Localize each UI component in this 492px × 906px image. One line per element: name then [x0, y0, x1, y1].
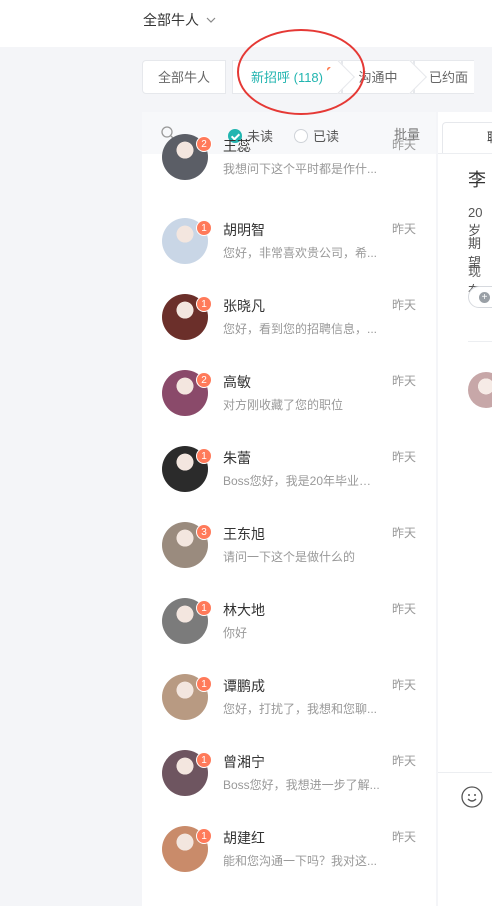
detail-tab-label: 聊	[487, 130, 492, 145]
conversation-time: 昨天	[391, 678, 416, 692]
unread-count-badge: 3	[196, 524, 212, 540]
step-label: 全部牛人	[157, 70, 210, 85]
conversation-preview: 您好，看到您的招聘信息，...	[223, 322, 378, 336]
conversation-preview: 您好，打扰了，我想和您聊...	[223, 702, 378, 716]
conversation-name: 胡建红	[223, 830, 265, 846]
conversation-name: 张晓凡	[223, 298, 265, 314]
unread-count-badge: 1	[196, 448, 212, 464]
unread-count-badge: 1	[196, 220, 212, 236]
divider	[468, 341, 492, 342]
conversation-name: 高敏	[223, 374, 251, 390]
step-label: 新招呼 (118)	[251, 70, 323, 85]
conversation-preview: 请问一下这个是做什么的	[223, 550, 356, 564]
step-label: 沟通中	[358, 70, 398, 85]
conversation-item[interactable]: 1 曾湘宁 昨天 Boss您好，我想进一步了解...	[142, 750, 436, 826]
conversation-item[interactable]: 1 林大地 昨天你好	[142, 598, 436, 674]
conversation-name: 王东旭	[223, 526, 265, 542]
conversation-preview: 对方刚收藏了您的职位	[223, 398, 344, 412]
message-input-bar	[438, 772, 492, 906]
divider	[438, 153, 492, 154]
conversation-time: 昨天	[391, 754, 416, 768]
conversation-time: 昨天	[391, 526, 416, 540]
conversation-time: 昨天	[391, 602, 416, 616]
step-label: 已约面	[429, 70, 469, 85]
conversation-list-panel: 未读 已读 批量 2 王蕊 昨天 我想问下这个平时都是作什... 1 胡明智 昨天 您好，非常…	[142, 112, 436, 906]
top-bar: 全部牛人	[0, 0, 492, 47]
conversation-name: 曾湘宁	[223, 754, 265, 770]
candidate-filter-label: 全部牛人	[143, 12, 199, 28]
conversation-item[interactable]: 2 王蕊 昨天 我想问下这个平时都是作什...	[142, 134, 436, 218]
conversation-item[interactable]: 1 张晓凡 昨天 您好，看到您的招聘信息，...	[142, 294, 436, 370]
conversation-item[interactable]: 1 胡建红 昨天 能和您沟通一下吗？我对这...	[142, 826, 436, 902]
unread-count-badge: 1	[196, 828, 212, 844]
conversation-name: 王蕊	[223, 138, 251, 154]
conversation-time: 昨天	[391, 298, 416, 312]
add-tag-button[interactable]: +	[468, 286, 492, 308]
conversation-item[interactable]: 1 谭鹏成 昨天 您好，打扰了，我想和您聊...	[142, 674, 436, 750]
conversation-preview: 您好，非常喜欢贵公司，希...	[223, 246, 378, 260]
conversation-time: 昨天	[391, 138, 416, 152]
detail-tab[interactable]: 聊	[442, 122, 492, 154]
plus-icon: +	[479, 292, 490, 303]
candidate-filter-dropdown[interactable]: 全部牛人	[143, 10, 217, 30]
step-all-candidates[interactable]: 全部牛人	[142, 60, 226, 94]
emoji-icon[interactable]	[460, 785, 484, 809]
avatar	[468, 372, 492, 408]
unread-count-badge: 1	[196, 676, 212, 692]
conversation-item[interactable]: 1 胡明智 昨天 您好，非常喜欢贵公司，希...	[142, 218, 436, 294]
unread-count-badge: 1	[196, 600, 212, 616]
conversation-preview: 我想问下这个平时都是作什...	[223, 162, 378, 176]
conversation-name: 谭鹏成	[223, 678, 265, 694]
conversation-time: 昨天	[391, 450, 416, 464]
conversation-name: 朱蕾	[223, 450, 251, 466]
conversation-preview: 能和您沟通一下吗？我对这...	[223, 854, 378, 868]
unread-count-badge: 1	[196, 296, 212, 312]
conversation-item[interactable]: 2 高敏 昨天对方刚收藏了您的职位	[142, 370, 436, 446]
candidate-detail-panel: 聊 李 20岁 期望 现在 +	[438, 112, 492, 906]
conversation-name: 胡明智	[223, 222, 265, 238]
conversation-time: 昨天	[391, 222, 416, 236]
conversation-preview: Boss您好，我想进一步了解...	[223, 778, 380, 792]
unread-count-badge: 2	[196, 372, 212, 388]
conversation-item[interactable]: 3 王东旭 昨天请问一下这个是做什么的	[142, 522, 436, 598]
candidate-name: 李	[468, 170, 486, 190]
conversation-item[interactable]: 1 朱蕾 昨天 Boss您好，我是20年毕业生...	[142, 446, 436, 522]
unread-count-badge: 2	[196, 136, 212, 152]
conversation-time: 昨天	[391, 830, 416, 844]
conversation-name: 林大地	[223, 602, 265, 618]
radio-circle-icon	[294, 128, 308, 143]
conversation-preview: Boss您好，我是20年毕业生...	[223, 474, 381, 488]
status-steps: 全部牛人 新招呼 (118) 沟通中 已约面	[142, 60, 474, 94]
unread-count-badge: 1	[196, 752, 212, 768]
chevron-down-icon	[206, 17, 216, 23]
conversation-preview: 你好	[223, 626, 248, 640]
step-new-greetings[interactable]: 新招呼 (118)	[232, 60, 355, 94]
conversation-time: 昨天	[391, 374, 416, 388]
